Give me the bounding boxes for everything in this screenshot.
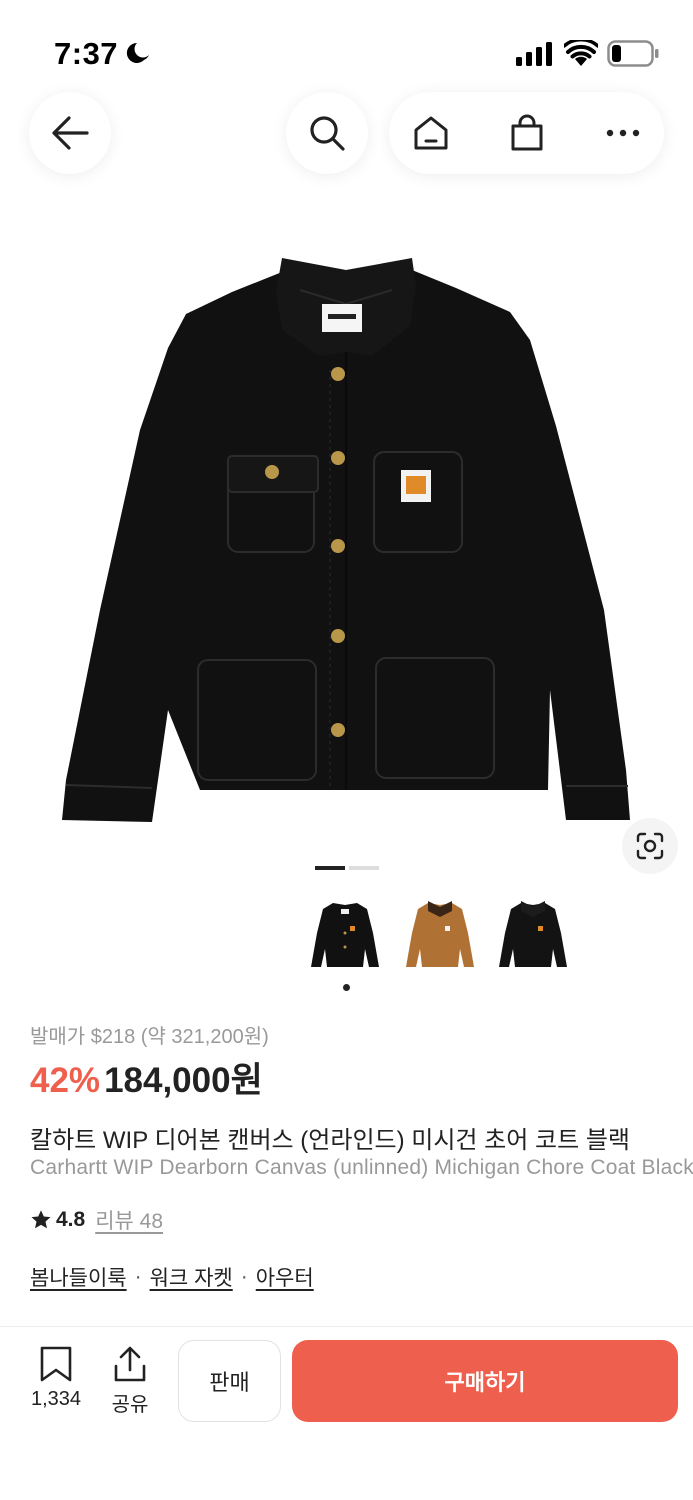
more-button[interactable]: [583, 92, 663, 174]
product-title-english: Carhartt WIP Dearborn Canvas (unlinned) …: [30, 1156, 693, 1179]
thumbnail-brown[interactable]: [400, 893, 480, 975]
wifi-icon: [564, 40, 598, 66]
bottom-bar-divider: [0, 1326, 693, 1327]
category-separator: ·: [240, 1265, 248, 1288]
product-image[interactable]: [0, 230, 693, 850]
color-thumbnails: [305, 893, 580, 978]
cellular-signal-icon: [516, 42, 552, 66]
cart-button[interactable]: [487, 92, 567, 174]
sell-button[interactable]: 판매: [178, 1340, 281, 1422]
rating-row: 4.8 리뷰 48: [30, 1207, 163, 1233]
discount-rate: 42%: [30, 1061, 101, 1100]
thumbnail-black[interactable]: [493, 893, 573, 975]
category-tag[interactable]: 아우터: [256, 1262, 314, 1292]
bookmark-button[interactable]: 1,334: [20, 1346, 92, 1422]
status-bar: 7:37: [0, 0, 693, 96]
share-button[interactable]: 공유: [100, 1346, 160, 1422]
thumbnail-black-brass[interactable]: [305, 893, 385, 975]
sale-price: 184,000원: [104, 1061, 263, 1100]
moon-icon: [126, 42, 149, 63]
reviews-link[interactable]: 리뷰 48: [95, 1205, 163, 1235]
search-button[interactable]: [286, 92, 368, 174]
image-search-button[interactable]: [622, 818, 678, 874]
bookmark-icon: [40, 1346, 72, 1382]
back-button[interactable]: [29, 92, 111, 174]
share-label: 공유: [111, 1394, 149, 1416]
category-tags: 봄나들이룩 · 워크 자켓 · 아우터: [30, 1262, 314, 1292]
carousel-indicator: [349, 866, 379, 870]
buy-button[interactable]: 구매하기: [292, 1340, 678, 1422]
category-separator: ·: [134, 1265, 142, 1288]
nav-actions: [389, 92, 664, 174]
star-icon: [31, 1210, 51, 1229]
price-row: 42% 184,000원: [30, 1052, 263, 1100]
product-title-korean: 칼하트 WIP 디어본 캔버스 (언라인드) 미시건 초어 코트 블랙: [30, 1127, 630, 1154]
status-time: 7:37: [54, 36, 119, 71]
bookmark-count: 1,334: [30, 1388, 82, 1410]
carousel-indicator-active: [315, 866, 345, 870]
rating-value: 4.8: [56, 1208, 86, 1231]
home-button[interactable]: [391, 92, 471, 174]
home-icon: [414, 116, 448, 150]
search-icon: [310, 116, 345, 151]
selected-thumbnail-dot: [343, 984, 350, 991]
category-tag[interactable]: 봄나들이룩: [30, 1262, 127, 1292]
shopping-bag-icon: [511, 114, 543, 151]
scan-icon: [636, 832, 664, 860]
more-icon: [606, 129, 640, 137]
category-tag[interactable]: 워크 자켓: [150, 1262, 233, 1292]
original-price: 발매가 $218 (약 321,200원): [30, 1026, 269, 1048]
share-icon: [114, 1346, 146, 1382]
back-arrow-icon: [52, 116, 89, 150]
battery-icon: [607, 40, 659, 67]
